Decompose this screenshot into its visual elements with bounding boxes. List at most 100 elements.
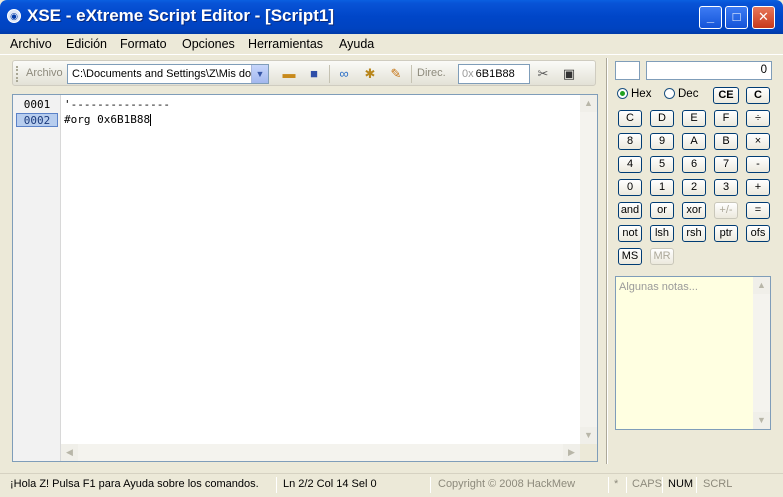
- menu-ayuda[interactable]: Ayuda: [339, 37, 374, 51]
- direc-label: Direc.: [417, 67, 446, 79]
- script-editor[interactable]: 0001 0002 '--------------- #org 0x6B1B88…: [12, 94, 598, 462]
- calc-key-8[interactable]: 8: [618, 133, 642, 150]
- maximize-button[interactable]: □: [725, 6, 748, 29]
- code-line-text: #org 0x6B1B88: [64, 113, 151, 126]
- menu-formato[interactable]: Formato: [120, 37, 167, 51]
- calc-memory-recall-button[interactable]: MR: [650, 248, 674, 265]
- file-path-value: C:\Documents and Settings\Z\Mis do: [72, 68, 252, 80]
- calc-key-divide[interactable]: ÷: [746, 110, 770, 127]
- menu-archivo[interactable]: Archivo: [10, 37, 52, 51]
- calc-key-ptr[interactable]: ptr: [714, 225, 738, 242]
- status-separator: [626, 477, 627, 493]
- calc-key-7[interactable]: 7: [714, 156, 738, 173]
- status-separator: [276, 477, 277, 493]
- notes-scrollbar[interactable]: ▲ ▼: [753, 277, 770, 429]
- radio-hex-dot: [617, 88, 628, 99]
- calc-key-5[interactable]: 5: [650, 156, 674, 173]
- menu-herramientas[interactable]: Herramientas: [248, 37, 323, 51]
- close-button[interactable]: ✕: [752, 6, 775, 29]
- cut-icon[interactable]: ✂: [534, 65, 552, 83]
- calc-key-plus[interactable]: +: [746, 179, 770, 196]
- scroll-corner: [580, 444, 597, 461]
- notes-textarea[interactable]: Algunas notas... ▲ ▼: [615, 276, 771, 430]
- menu-opciones[interactable]: Opciones: [182, 37, 235, 51]
- calc-key-9[interactable]: 9: [650, 133, 674, 150]
- calc-key-not[interactable]: not: [618, 225, 642, 242]
- calc-key-4[interactable]: 4: [618, 156, 642, 173]
- calc-key-xor[interactable]: xor: [682, 202, 706, 219]
- calc-key-b[interactable]: B: [714, 133, 738, 150]
- text-caret: [150, 114, 152, 126]
- scroll-up-icon[interactable]: ▲: [753, 277, 770, 294]
- menu-edicion[interactable]: Edición: [66, 37, 107, 51]
- link-icon[interactable]: ∞: [335, 65, 353, 83]
- window-title: XSE - eXtreme Script Editor - [Script1]: [27, 6, 335, 25]
- calc-memory-store-button[interactable]: MS: [618, 248, 642, 265]
- radio-hex-label: Hex: [631, 88, 652, 100]
- calc-key-multiply[interactable]: ×: [746, 133, 770, 150]
- status-separator: [662, 477, 663, 493]
- app-icon[interactable]: ◉: [7, 9, 21, 23]
- address-input[interactable]: 0x 6B1B88: [458, 64, 530, 84]
- status-copyright: Copyright © 2008 HackMew: [438, 478, 576, 490]
- scroll-left-icon[interactable]: ◀: [61, 444, 78, 461]
- status-separator: [696, 477, 697, 493]
- code-line-active[interactable]: #org 0x6B1B88: [64, 113, 152, 127]
- calc-clear-button[interactable]: C: [746, 87, 770, 104]
- calc-key-e[interactable]: E: [682, 110, 706, 127]
- address-value: 6B1B88: [475, 68, 515, 80]
- toolbar-grip[interactable]: [16, 66, 19, 82]
- calc-key-ofs[interactable]: ofs: [746, 225, 770, 242]
- calc-key-d[interactable]: D: [650, 110, 674, 127]
- stop-icon[interactable]: ▣: [560, 65, 578, 83]
- calc-key-6[interactable]: 6: [682, 156, 706, 173]
- calc-key-2[interactable]: 2: [682, 179, 706, 196]
- notes-placeholder: Algunas notas...: [619, 281, 698, 293]
- status-caps: CAPS: [632, 478, 662, 490]
- calc-key-equals[interactable]: =: [746, 202, 770, 219]
- calc-key-negate[interactable]: +/-: [714, 202, 738, 219]
- code-line[interactable]: '---------------: [64, 98, 170, 112]
- line-number-active: 0002: [16, 113, 58, 127]
- calc-ce-button[interactable]: CE: [713, 87, 739, 104]
- chevron-down-icon[interactable]: ▼: [251, 65, 268, 83]
- calc-key-a[interactable]: A: [682, 133, 706, 150]
- status-bar: ¡Hola Z! Pulsa F1 para Ayuda sobre los c…: [0, 473, 783, 497]
- status-modified: *: [614, 478, 619, 490]
- minimize-button[interactable]: _: [699, 6, 722, 29]
- calc-key-rsh[interactable]: rsh: [682, 225, 706, 242]
- toolbar-separator: [411, 65, 412, 83]
- calc-key-or[interactable]: or: [650, 202, 674, 219]
- status-separator: [608, 477, 609, 493]
- calc-key-1[interactable]: 1: [650, 179, 674, 196]
- vertical-scrollbar[interactable]: ▲ ▼: [580, 95, 597, 444]
- calc-key-f[interactable]: F: [714, 110, 738, 127]
- calc-key-and[interactable]: and: [618, 202, 642, 219]
- scroll-down-icon[interactable]: ▼: [580, 427, 597, 444]
- panel-splitter[interactable]: [606, 58, 608, 464]
- archivo-label: Archivo: [26, 67, 63, 79]
- edit-icon[interactable]: ✎: [387, 65, 405, 83]
- file-path-combo[interactable]: C:\Documents and Settings\Z\Mis do ▼: [67, 64, 269, 84]
- calc-key-c[interactable]: C: [618, 110, 642, 127]
- calc-key-minus[interactable]: -: [746, 156, 770, 173]
- status-separator: [430, 477, 431, 493]
- radio-hex[interactable]: Hex: [617, 88, 651, 100]
- status-cursor-position: Ln 2/2 Col 14 Sel 0: [283, 478, 377, 490]
- calc-key-0[interactable]: 0: [618, 179, 642, 196]
- line-number-gutter: 0001 0002: [13, 95, 61, 461]
- calculator-display[interactable]: 0: [646, 61, 772, 80]
- scroll-down-icon[interactable]: ▼: [753, 412, 770, 429]
- compile-icon[interactable]: ✱: [361, 65, 379, 83]
- horizontal-scrollbar[interactable]: ◀ ▶: [61, 444, 580, 461]
- calc-key-lsh[interactable]: lsh: [650, 225, 674, 242]
- save-icon[interactable]: ■: [305, 65, 323, 83]
- status-scrl: SCRL: [703, 478, 733, 490]
- address-prefix: 0x: [462, 68, 474, 80]
- scroll-right-icon[interactable]: ▶: [563, 444, 580, 461]
- title-bar[interactable]: ◉ XSE - eXtreme Script Editor - [Script1…: [0, 0, 783, 34]
- scroll-up-icon[interactable]: ▲: [580, 95, 597, 112]
- open-icon[interactable]: ▬: [280, 65, 298, 83]
- calc-key-3[interactable]: 3: [714, 179, 738, 196]
- radio-dec[interactable]: Dec: [664, 88, 698, 100]
